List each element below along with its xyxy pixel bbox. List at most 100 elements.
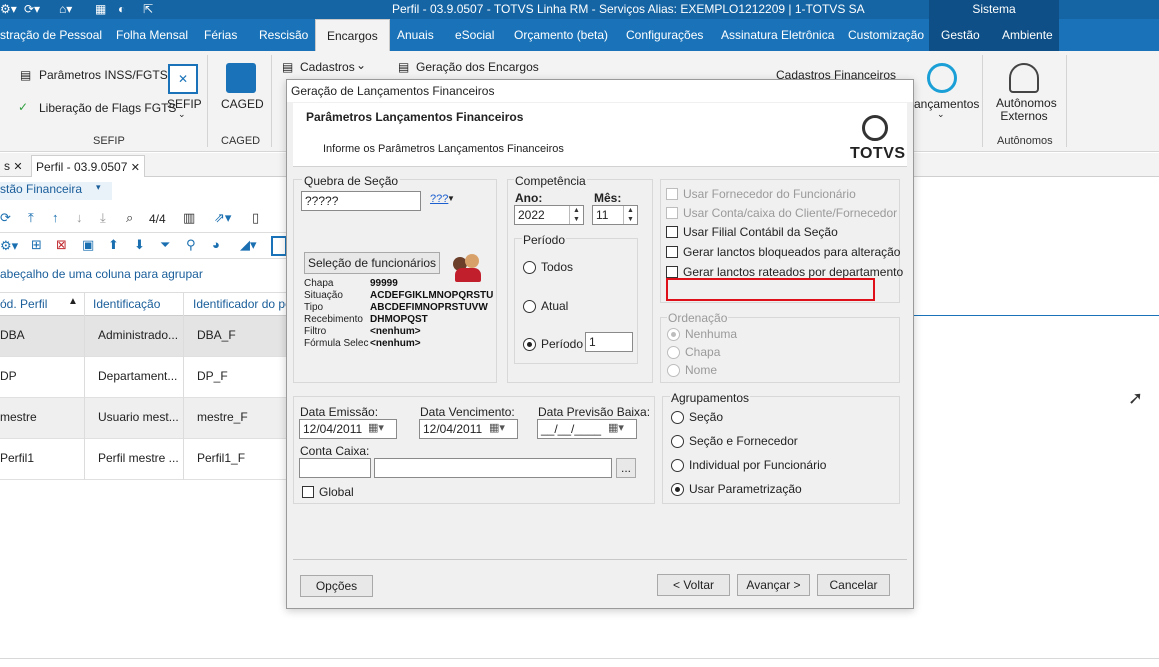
column-header-codigo[interactable]: ód. Perfil [0, 297, 47, 311]
data-vencimento-input[interactable]: 12/04/2011 ▦▾ [419, 419, 518, 439]
agrupamento-secao-radio[interactable] [671, 411, 684, 424]
gerar-bloqueados-checkbox[interactable] [666, 246, 678, 258]
mes-input[interactable]: 11 ▲ ▼ [592, 205, 638, 225]
tab-rescisao[interactable]: Rescisão [259, 19, 308, 51]
last-icon[interactable]: ⤓ [100, 210, 106, 226]
close-icon[interactable]: ✕ [13, 161, 22, 173]
autonomos-externos-button[interactable]: Autônomos Externos [996, 97, 1057, 123]
table-row[interactable]: DP Departament... DP_F [0, 357, 290, 398]
geracao-encargos-button[interactable]: Geração dos Encargos [416, 60, 539, 74]
global-checkbox[interactable] [302, 486, 314, 498]
sefip-icon[interactable]: ✕ [168, 64, 198, 94]
close-icon[interactable]: ✕ [131, 162, 140, 174]
cancelar-button[interactable]: Cancelar [817, 574, 890, 596]
tab-assinatura[interactable]: Assinatura Eletrônica [721, 19, 834, 51]
mes-stepper[interactable]: ▲ ▼ [623, 206, 637, 224]
home-icon[interactable]: ⌂▾ [59, 2, 72, 16]
lancamentos-button[interactable]: ançamentos [914, 97, 979, 111]
gerar-rateados-checkbox[interactable] [666, 266, 678, 278]
tab-ambiente[interactable]: Ambiente [1002, 19, 1053, 51]
calendar-icon[interactable]: ▦▾ [489, 421, 505, 434]
query-icon[interactable]: ??? [430, 193, 448, 205]
tab-anuais[interactable]: Anuais [397, 19, 434, 51]
columns-icon[interactable]: ▥ [183, 210, 195, 226]
calendar-icon[interactable]: ▦▾ [368, 421, 384, 434]
first-icon[interactable]: ⤒ [28, 210, 34, 226]
periodo-todos-radio[interactable] [523, 261, 536, 274]
selecao-funcionarios-button[interactable]: Seleção de funcionários [304, 252, 440, 274]
agrupamento-parametrizacao-radio[interactable] [671, 483, 684, 496]
avancar-button[interactable]: Avançar > [737, 574, 810, 596]
tab-ferias[interactable]: Férias [204, 19, 237, 51]
pin-icon[interactable]: ⚲ [186, 237, 196, 253]
table-row[interactable]: DBA Administrado... DBA_F [0, 316, 290, 357]
periodo-input[interactable]: 1 [585, 332, 633, 352]
periodo-atual-radio[interactable] [523, 300, 536, 313]
liberacao-flags-button[interactable]: Liberação de Flags FGTS [39, 101, 176, 115]
quebra-secao-input[interactable]: ????? [301, 191, 421, 211]
edit-icon[interactable]: ▣ [82, 237, 94, 253]
chevron-down-icon[interactable]: ⌄ [356, 58, 366, 72]
chevron-down-icon[interactable]: ▼ [447, 194, 455, 203]
agrupamento-secao-fornecedor-radio[interactable] [671, 435, 684, 448]
ordenacao-nome-radio[interactable] [667, 364, 680, 377]
ano-input[interactable]: 2022 ▲ ▼ [514, 205, 584, 225]
caged-button[interactable]: CAGED [221, 97, 264, 111]
usar-filial-checkbox[interactable] [666, 226, 678, 238]
usar-fornecedor-checkbox[interactable] [666, 188, 678, 200]
delete-icon[interactable]: ⊠ [56, 237, 67, 253]
search-icon[interactable]: ⌕ [126, 210, 133, 226]
document-icon[interactable]: ▯ [252, 210, 259, 226]
tab-configuracoes[interactable]: Configurações [626, 19, 703, 51]
doc-tab-perfil[interactable]: Perfil - 03.9.0507 ✕ [31, 155, 145, 177]
down-icon[interactable]: ↓ [76, 210, 83, 225]
move-down-icon[interactable]: ⬇ [134, 237, 145, 253]
up-icon[interactable]: ↑ [52, 210, 59, 225]
ordenacao-nenhuma-radio[interactable] [667, 328, 680, 341]
caged-icon[interactable] [226, 63, 256, 93]
voltar-button[interactable]: < Voltar [657, 574, 730, 596]
refresh-icon[interactable]: ⟳ [0, 210, 11, 226]
cadastros-button[interactable]: Cadastros [300, 60, 355, 74]
move-up-icon[interactable]: ⬆ [108, 237, 119, 253]
filter-icon[interactable]: ⏷ [160, 237, 170, 253]
usar-conta-checkbox[interactable] [666, 207, 678, 219]
doc-tab-previous[interactable]: s ✕ [0, 155, 27, 177]
shapes-icon[interactable]: ◕ [212, 237, 220, 252]
view-select[interactable]: stão Financeira ▾ [0, 182, 112, 200]
column-header-identificacao[interactable]: Identificação [93, 297, 160, 311]
tab-administracao-pessoal[interactable]: stração de Pessoal [0, 19, 102, 51]
data-previsao-input[interactable]: __/__/____ ▦▾ [537, 419, 637, 439]
sync-icon[interactable] [927, 63, 957, 93]
tab-gestao[interactable]: Gestão [941, 19, 980, 51]
chevron-down-icon[interactable]: ⌄ [937, 109, 945, 120]
data-emissao-input[interactable]: 12/04/2011 ▦▾ [299, 419, 397, 439]
user-icon[interactable] [1009, 63, 1039, 93]
layout-icon[interactable] [271, 236, 287, 256]
calendar-icon[interactable]: ▦▾ [608, 421, 624, 434]
ordenacao-chapa-radio[interactable] [667, 346, 680, 359]
tab-customizacao[interactable]: Customização [848, 19, 924, 51]
globe-icon[interactable]: ◐ [118, 2, 125, 16]
process-icon[interactable]: ⚙▾ [0, 238, 18, 254]
chart-icon[interactable]: ◢▾ [240, 237, 257, 253]
periodo-periodo-radio[interactable] [523, 338, 536, 351]
ano-stepper[interactable]: ▲ ▼ [569, 206, 583, 224]
tab-folha-mensal[interactable]: Folha Mensal [116, 19, 188, 51]
table-row[interactable]: mestre Usuario mest... mestre_F [0, 398, 290, 439]
gear-icon[interactable]: ⚙▾ [0, 2, 17, 16]
table-row[interactable]: Perfil1 Perfil mestre ... Perfil1_F [0, 439, 290, 480]
conta-caixa-browse-button[interactable]: ... [616, 458, 636, 478]
chevron-down-icon[interactable]: ⌄ [178, 109, 186, 120]
params-inss-button[interactable]: Parâmetros INSS/FGTS [39, 68, 168, 82]
chevron-down-icon[interactable]: ▾ [96, 182, 101, 193]
grid-icon[interactable]: ▦ [95, 2, 106, 16]
tab-encargos[interactable]: Encargos [315, 19, 390, 51]
agrupamento-individual-radio[interactable] [671, 459, 684, 472]
conta-caixa-desc-input[interactable] [374, 458, 612, 478]
refresh-icon[interactable]: ⟳▾ [24, 2, 40, 16]
column-header-identificador[interactable]: Identificador do per [193, 297, 296, 311]
add-icon[interactable]: ⊞ [31, 237, 42, 253]
tab-orcamento[interactable]: Orçamento (beta) [514, 19, 608, 51]
tab-esocial[interactable]: eSocial [455, 19, 494, 51]
